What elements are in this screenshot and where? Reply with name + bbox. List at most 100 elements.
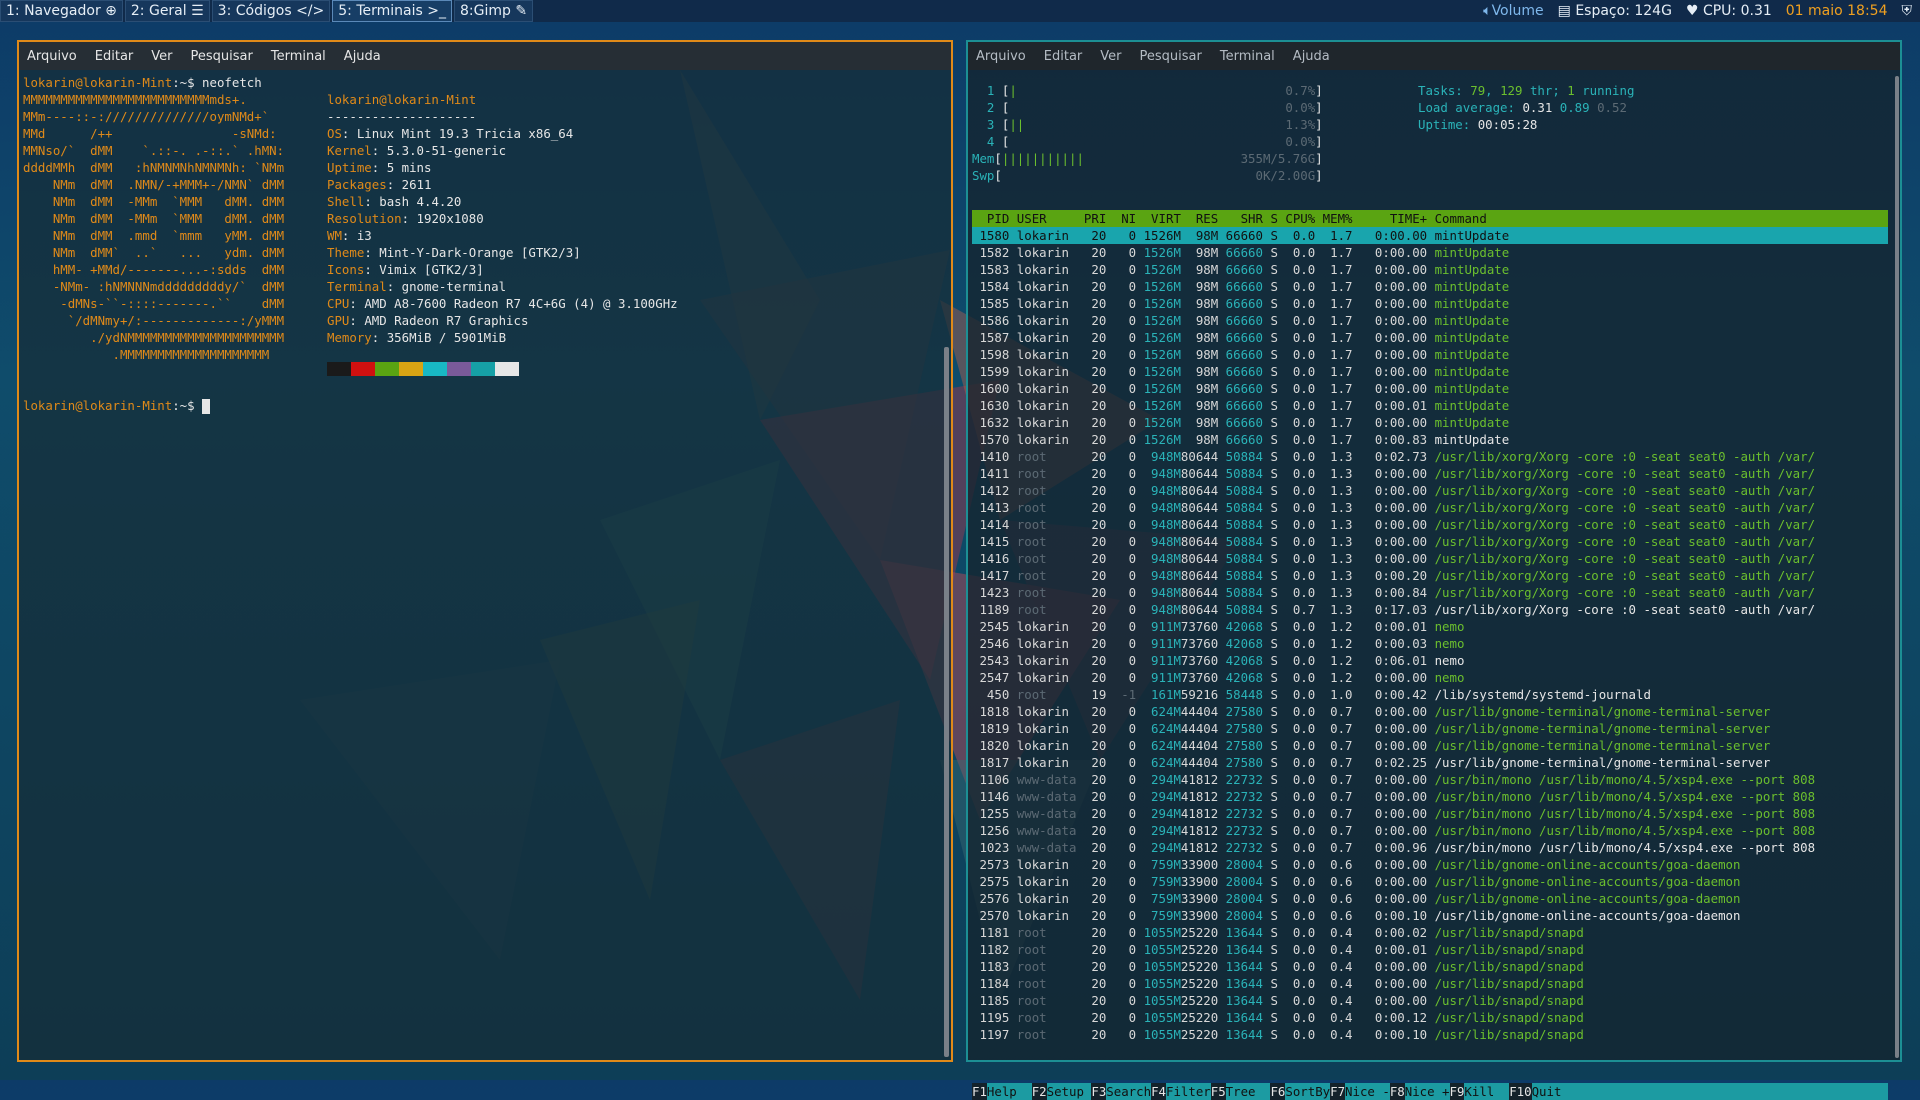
fkey-label[interactable]: Quit [1532, 1083, 1577, 1100]
process-row[interactable]: 2547 lokarin 20 0 911M73760 42068 S 0.0 … [972, 669, 1888, 686]
process-row[interactable]: 1583 lokarin 20 0 1526M 98M 66660 S 0.0 … [972, 261, 1888, 278]
process-row[interactable]: 2570 lokarin 20 0 759M33900 28004 S 0.0 … [972, 907, 1888, 924]
process-row[interactable]: 1195 root 20 0 1055M25220 13644 S 0.0 0.… [972, 1009, 1888, 1026]
menu-editar[interactable]: Editar [1044, 49, 1083, 64]
prompt-line[interactable]: lokarin@lokarin-Mint:~$ [23, 397, 262, 414]
menu-terminal[interactable]: Terminal [271, 49, 326, 64]
process-row[interactable]: 1197 root 20 0 1055M25220 13644 S 0.0 0.… [972, 1026, 1888, 1043]
process-row[interactable]: 1587 lokarin 20 0 1526M 98M 66660 S 0.0 … [972, 329, 1888, 346]
process-row[interactable]: 1416 root 20 0 948M80644 50884 S 0.0 1.3… [972, 550, 1888, 567]
volume-status[interactable]: 🔈︎Volume [1483, 3, 1543, 19]
menu-editar[interactable]: Editar [95, 49, 134, 64]
process-row[interactable]: 1185 root 20 0 1055M25220 13644 S 0.0 0.… [972, 992, 1888, 1009]
process-row[interactable]: 1182 root 20 0 1055M25220 13644 S 0.0 0.… [972, 941, 1888, 958]
process-row[interactable]: 1818 lokarin 20 0 624M44404 27580 S 0.0 … [972, 703, 1888, 720]
process-row[interactable]: 1580 lokarin 20 0 1526M 98M 66660 S 0.0 … [972, 227, 1888, 244]
workspace-3-button[interactable]: 3: Códigos </> [211, 0, 331, 22]
process-row[interactable]: 1630 lokarin 20 0 1526M 98M 66660 S 0.0 … [972, 397, 1888, 414]
column-header-cpu[interactable]: CPU% [1278, 211, 1315, 226]
fkey-f6[interactable]: F6 [1270, 1083, 1286, 1100]
process-row[interactable]: 1600 lokarin 20 0 1526M 98M 66660 S 0.0 … [972, 380, 1888, 397]
process-row[interactable]: 1584 lokarin 20 0 1526M 98M 66660 S 0.0 … [972, 278, 1888, 295]
menu-pesquisar[interactable]: Pesquisar [1140, 49, 1202, 64]
column-header-pid[interactable]: PID [972, 211, 1009, 226]
menu-ver[interactable]: Ver [1100, 49, 1121, 64]
fkey-f8[interactable]: F8 [1389, 1083, 1405, 1100]
process-row[interactable]: 1414 root 20 0 948M80644 50884 S 0.0 1.3… [972, 516, 1888, 533]
shield-icon[interactable]: ⛨ [1902, 3, 1913, 19]
process-row[interactable]: 1181 root 20 0 1055M25220 13644 S 0.0 0.… [972, 924, 1888, 941]
process-row[interactable]: 1183 root 20 0 1055M25220 13644 S 0.0 0.… [972, 958, 1888, 975]
process-row[interactable]: 1599 lokarin 20 0 1526M 98M 66660 S 0.0 … [972, 363, 1888, 380]
fkey-label[interactable]: SortBy [1285, 1083, 1330, 1100]
terminal-window-left[interactable]: Arquivo Editar Ver Pesquisar Terminal Aj… [17, 40, 953, 1062]
menu-ajuda[interactable]: Ajuda [344, 49, 381, 64]
process-row[interactable]: 1632 lokarin 20 0 1526M 98M 66660 S 0.0 … [972, 414, 1888, 431]
menu-terminal[interactable]: Terminal [1220, 49, 1275, 64]
column-header-pri[interactable]: PRI [1076, 211, 1106, 226]
column-header-ni[interactable]: NI [1106, 211, 1136, 226]
column-header-virt[interactable]: VIRT [1136, 211, 1181, 226]
process-row[interactable]: 450 root 19 -1 161M59216 58448 S 0.0 1.0… [972, 686, 1888, 703]
fkey-f7[interactable]: F7 [1330, 1083, 1346, 1100]
process-row[interactable]: 1417 root 20 0 948M80644 50884 S 0.0 1.3… [972, 567, 1888, 584]
process-row[interactable]: 1423 root 20 0 948M80644 50884 S 0.0 1.3… [972, 584, 1888, 601]
fkey-f10[interactable]: F10 [1509, 1083, 1532, 1100]
process-row[interactable]: 2545 lokarin 20 0 911M73760 42068 S 0.0 … [972, 618, 1888, 635]
fkey-f4[interactable]: F4 [1151, 1083, 1166, 1100]
process-row[interactable]: 1582 lokarin 20 0 1526M 98M 66660 S 0.0 … [972, 244, 1888, 261]
process-row[interactable]: 1413 root 20 0 948M80644 50884 S 0.0 1.3… [972, 499, 1888, 516]
process-row[interactable]: 1415 root 20 0 948M80644 50884 S 0.0 1.3… [972, 533, 1888, 550]
menu-ver[interactable]: Ver [151, 49, 172, 64]
menu-ajuda[interactable]: Ajuda [1293, 49, 1330, 64]
fkey-label[interactable]: Kill [1464, 1083, 1509, 1100]
column-header-s[interactable]: S [1263, 211, 1277, 226]
fkey-f5[interactable]: F5 [1210, 1083, 1226, 1100]
column-header-shr[interactable]: SHR [1218, 211, 1263, 226]
column-header-user[interactable]: USER [1009, 211, 1076, 226]
fkey-f3[interactable]: F3 [1091, 1083, 1107, 1100]
process-row[interactable]: 1256 www-data 20 0 294M41812 22732 S 0.0… [972, 822, 1888, 839]
process-row[interactable]: 1189 root 20 0 948M80644 50884 S 0.7 1.3… [972, 601, 1888, 618]
process-row[interactable]: 1411 root 20 0 948M80644 50884 S 0.0 1.3… [972, 465, 1888, 482]
process-row[interactable]: 1585 lokarin 20 0 1526M 98M 66660 S 0.0 … [972, 295, 1888, 312]
process-row[interactable]: 2573 lokarin 20 0 759M33900 28004 S 0.0 … [972, 856, 1888, 873]
column-header-time[interactable]: TIME+ [1353, 211, 1427, 226]
process-row[interactable]: 2546 lokarin 20 0 911M73760 42068 S 0.0 … [972, 635, 1888, 652]
column-header-res[interactable]: RES [1181, 211, 1218, 226]
fkey-label[interactable]: Setup [1047, 1083, 1092, 1100]
fkey-label[interactable]: Help [987, 1083, 1032, 1100]
scrollbar-right[interactable] [1895, 76, 1899, 1058]
fkey-f9[interactable]: F9 [1449, 1083, 1465, 1100]
workspace-5-button[interactable]: 5: Terminais >_ [332, 0, 452, 22]
process-row[interactable]: 1570 lokarin 20 0 1526M 98M 66660 S 0.0 … [972, 431, 1888, 448]
process-row[interactable]: 2543 lokarin 20 0 911M73760 42068 S 0.0 … [972, 652, 1888, 669]
fkey-label[interactable]: Filter [1166, 1083, 1211, 1100]
menu-pesquisar[interactable]: Pesquisar [191, 49, 253, 64]
menu-arquivo[interactable]: Arquivo [27, 49, 77, 64]
workspace-8-button[interactable]: 8:Gimp ✎ [453, 0, 534, 22]
fkey-label[interactable]: Nice + [1405, 1083, 1450, 1100]
process-row[interactable]: 1146 www-data 20 0 294M41812 22732 S 0.0… [972, 788, 1888, 805]
process-row[interactable]: 1106 www-data 20 0 294M41812 22732 S 0.0… [972, 771, 1888, 788]
fkey-f2[interactable]: F2 [1031, 1083, 1047, 1100]
workspace-2-button[interactable]: 2: Geral ☰ [124, 0, 210, 22]
process-row[interactable]: 1412 root 20 0 948M80644 50884 S 0.0 1.3… [972, 482, 1888, 499]
process-row[interactable]: 1586 lokarin 20 0 1526M 98M 66660 S 0.0 … [972, 312, 1888, 329]
workspace-1-button[interactable]: 1: Navegador ⊕ [0, 0, 123, 22]
process-row[interactable]: 1023 www-data 20 0 294M41812 22732 S 0.0… [972, 839, 1888, 856]
process-row[interactable]: 1819 lokarin 20 0 624M44404 27580 S 0.0 … [972, 720, 1888, 737]
fkey-label[interactable]: Nice - [1345, 1083, 1390, 1100]
process-row[interactable]: 1184 root 20 0 1055M25220 13644 S 0.0 0.… [972, 975, 1888, 992]
fkey-f1[interactable]: F1 [972, 1083, 987, 1100]
process-row[interactable]: 1820 lokarin 20 0 624M44404 27580 S 0.0 … [972, 737, 1888, 754]
menu-arquivo[interactable]: Arquivo [976, 49, 1026, 64]
scrollbar[interactable] [944, 347, 949, 1057]
process-row[interactable]: 1817 lokarin 20 0 624M44404 27580 S 0.0 … [972, 754, 1888, 771]
process-row[interactable]: 2575 lokarin 20 0 759M33900 28004 S 0.0 … [972, 873, 1888, 890]
column-header-command[interactable]: Command [1427, 211, 1487, 226]
terminal-window-right[interactable]: Arquivo Editar Ver Pesquisar Terminal Aj… [966, 40, 1902, 1100]
fkey-label[interactable]: Tree [1226, 1083, 1271, 1100]
process-row[interactable]: 2576 lokarin 20 0 759M33900 28004 S 0.0 … [972, 890, 1888, 907]
process-row[interactable]: 1598 lokarin 20 0 1526M 98M 66660 S 0.0 … [972, 346, 1888, 363]
